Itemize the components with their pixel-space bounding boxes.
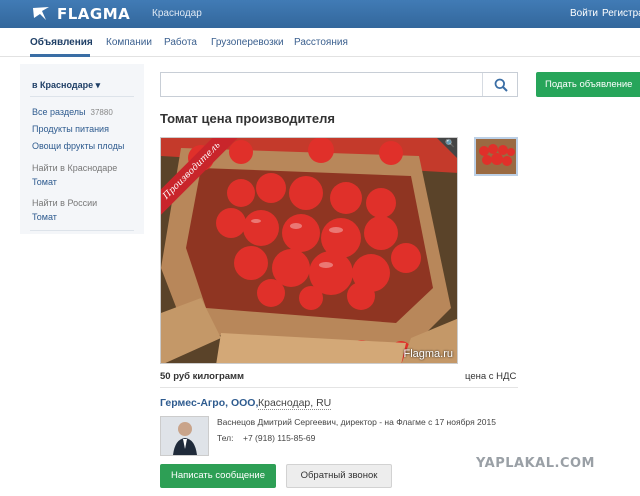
sidebar-divider: [30, 96, 134, 97]
all-sections-count: 37880: [90, 108, 113, 117]
search-box: [160, 72, 518, 97]
company-name-link[interactable]: Гермес-Агро, ООО,: [160, 397, 258, 409]
divider: [160, 387, 518, 388]
flag-logo-icon: [33, 7, 49, 20]
nav-companies[interactable]: Компании: [106, 37, 152, 48]
photo-watermark: Flagma.ru: [403, 348, 453, 360]
phone-label: Тел:: [217, 433, 234, 443]
login-link[interactable]: Войти: [570, 8, 598, 19]
sidebar-vegetables-fruits[interactable]: Овощи фрукты плоды: [32, 141, 124, 151]
main-nav: Объявления Компании Работа Грузоперевозк…: [0, 28, 640, 57]
search-icon: [494, 78, 508, 92]
tomato-box-image: [161, 138, 457, 363]
sidebar-food-products[interactable]: Продукты питания: [32, 124, 109, 134]
region-dropdown[interactable]: в Краснодаре ▾: [32, 80, 100, 91]
callback-button[interactable]: Обратный звонок: [286, 464, 392, 488]
search-input[interactable]: [162, 74, 482, 95]
search-button[interactable]: [482, 73, 517, 96]
vat-note: цена с НДС: [465, 371, 517, 382]
zoom-icon[interactable]: 🔍: [445, 139, 455, 148]
all-sections-label: Все разделы: [32, 107, 86, 117]
tomato-thumbnail-image: [476, 139, 516, 174]
person-avatar-icon: [161, 417, 208, 455]
price: 50 руб килограмм: [160, 371, 245, 382]
active-tab-indicator: [30, 54, 90, 57]
company-city-label: Краснодар, RU: [258, 397, 332, 410]
find-russia-label: Найти в России: [32, 198, 98, 208]
page-title: Томат цена производителя: [160, 111, 335, 126]
nav-ads[interactable]: Объявления: [30, 37, 93, 48]
nav-distances[interactable]: Расстояния: [294, 37, 348, 48]
register-link[interactable]: Регистрация: [602, 8, 640, 19]
city-selector[interactable]: Краснодар: [152, 8, 202, 19]
send-message-button[interactable]: Написать сообщение: [160, 464, 276, 488]
find-local-tomato[interactable]: Томат: [32, 177, 57, 187]
phone-number[interactable]: +7 (918) 115-85-69: [243, 433, 315, 443]
sidebar-all-sections[interactable]: Все разделы 37880: [32, 107, 113, 117]
sidebar: в Краснодаре ▾ Все разделы 37880 Продукты…: [20, 64, 144, 234]
flagma-logo[interactable]: FLAGMA: [32, 5, 130, 23]
top-bar: FLAGMA Краснодар Войти Регистрация: [0, 0, 640, 28]
photo-thumbnail[interactable]: [474, 137, 518, 176]
nav-freight[interactable]: Грузоперевозки: [211, 37, 284, 48]
contact-avatar: [160, 416, 209, 456]
logo-text: FLAGMA: [57, 5, 131, 23]
company-city[interactable]: Краснодар, RU: [258, 397, 332, 410]
nav-jobs[interactable]: Работа: [164, 37, 197, 48]
product-photo[interactable]: Производитель 🔍 Flagma.ru: [160, 137, 458, 364]
post-ad-button[interactable]: Подать объявление: [536, 72, 640, 97]
find-russia-tomato[interactable]: Томат: [32, 212, 57, 222]
contact-person: Васнецов Дмитрий Сергеевич, директор - н…: [217, 417, 496, 427]
sidebar-divider: [30, 230, 134, 231]
site-watermark: YAPLAKAL.COM: [476, 456, 595, 471]
find-local-label: Найти в Краснодаре: [32, 163, 118, 173]
